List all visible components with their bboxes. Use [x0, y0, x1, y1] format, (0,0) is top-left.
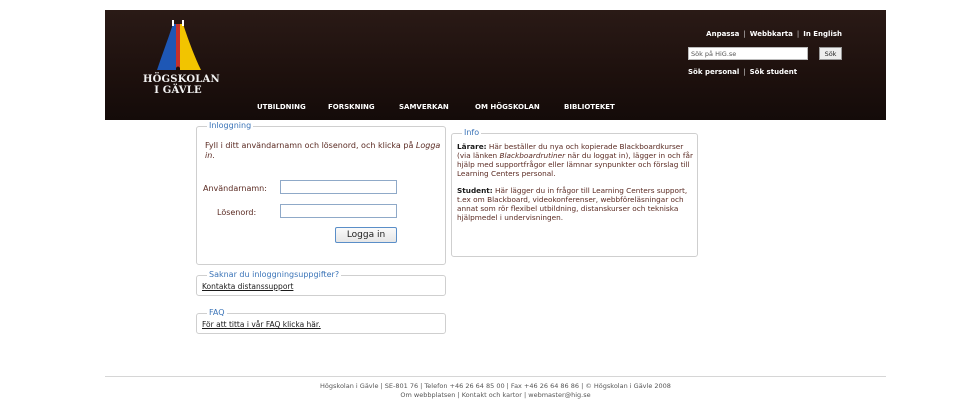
- logo-text-line1: HÖGSKOLAN: [143, 74, 220, 85]
- nav-item-samverkan[interactable]: SAMVERKAN: [399, 103, 449, 111]
- teacher-paragraph: Lärare: Här beställer du nya och kopiera…: [457, 142, 693, 178]
- university-logo[interactable]: HÖGSKOLAN I GÄVLE: [143, 18, 220, 98]
- footer-line1: Högskolan i Gävle | SE-801 76 | Telefon …: [320, 382, 671, 390]
- footer-line2: Om webbplatsen | Kontakt och kartor | we…: [400, 391, 591, 399]
- password-input[interactable]: [280, 204, 397, 218]
- nav-item-forskning[interactable]: FORSKNING: [328, 103, 375, 111]
- search-input[interactable]: [688, 47, 808, 60]
- login-legend: Inloggning: [207, 121, 254, 130]
- logo-mark-icon: [157, 20, 201, 70]
- top-links: Anpassa | Webbkarta | In English: [706, 30, 842, 38]
- nav-item-om-hogskolan[interactable]: OM HÖGSKOLAN: [475, 103, 540, 111]
- info-legend: Info: [462, 128, 482, 137]
- username-input[interactable]: [280, 180, 397, 194]
- separator: |: [743, 68, 746, 76]
- link-in-english[interactable]: In English: [803, 30, 842, 38]
- password-label: Lösenord:: [217, 208, 257, 217]
- missing-legend: Saknar du inloggningsuppgifter?: [207, 270, 342, 279]
- info-fieldset: Info Lärare: Här beställer du nya och ko…: [451, 128, 698, 257]
- footer-divider: [105, 376, 886, 377]
- logo-text-line2: I GÄVLE: [154, 85, 202, 96]
- faq-link[interactable]: För att titta i vår FAQ klicka här.: [202, 320, 321, 329]
- faq-legend: FAQ: [207, 308, 227, 317]
- link-webbkarta[interactable]: Webbkarta: [750, 30, 793, 38]
- login-fieldset: Inloggning Fyll i ditt användarnamn och …: [196, 121, 446, 265]
- missing-credentials-fieldset: Saknar du inloggningsuppgifter? Kontakta…: [196, 270, 446, 296]
- login-button[interactable]: Logga in: [335, 227, 397, 243]
- nav-item-utbildning[interactable]: UTBILDNING: [257, 103, 306, 111]
- login-intro: Fyll i ditt användarnamn och lösenord, o…: [205, 141, 441, 160]
- link-sok-student[interactable]: Sök student: [750, 68, 798, 76]
- nav-item-biblioteket[interactable]: BIBLIOTEKET: [564, 103, 615, 111]
- student-paragraph: Student: Här lägger du in frågor till Le…: [457, 186, 688, 222]
- link-anpassa[interactable]: Anpassa: [706, 30, 739, 38]
- search-button[interactable]: Sök: [819, 47, 842, 60]
- info-text: Lärare: Här beställer du nya och kopiera…: [457, 142, 695, 230]
- contact-support-link[interactable]: Kontakta distanssupport: [202, 282, 293, 291]
- link-sok-personal[interactable]: Sök personal: [688, 68, 739, 76]
- separator: |: [743, 30, 746, 38]
- search-links: Sök personal | Sök student: [688, 68, 797, 76]
- faq-fieldset: FAQ För att titta i vår FAQ klicka här.: [196, 308, 446, 334]
- separator: |: [796, 30, 800, 38]
- site-header: HÖGSKOLAN I GÄVLE Anpassa | Webbkarta | In E…: [105, 10, 886, 120]
- username-label: Användarnamn:: [203, 184, 267, 193]
- footer: Högskolan i Gävle | SE-801 76 | Telefon …: [105, 382, 886, 400]
